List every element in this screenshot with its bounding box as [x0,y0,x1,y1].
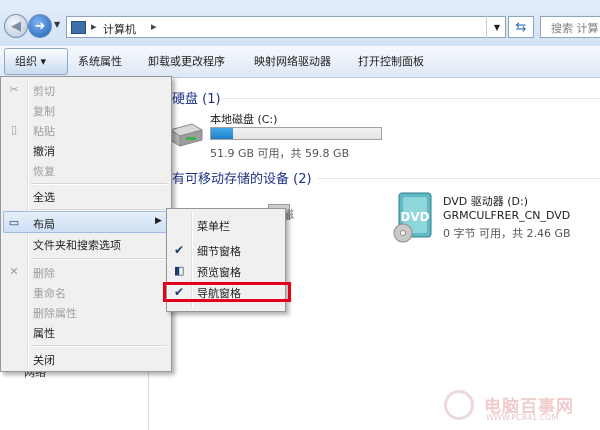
search-input[interactable]: 搜索 计算 [540,16,600,38]
refresh-button[interactable]: ⇆ [508,16,534,38]
watermark-logo-icon [444,390,474,420]
menu-item-redo[interactable]: 恢复 [33,163,55,179]
address-dropdown-icon[interactable]: ▼ [486,16,507,38]
svg-text:DVD: DVD [400,210,429,224]
breadcrumb-computer[interactable]: 计算机 [103,21,136,37]
menu-item-layout[interactable]: 布局 [33,216,55,232]
menu-highlight [3,211,169,233]
menu-item-rename[interactable]: 重命名 [33,285,66,301]
menu-item-folder-options[interactable]: 文件夹和搜索选项 [33,237,121,253]
drive-c-name[interactable]: 本地磁盘 (C:) [210,111,277,127]
preview-pane-icon: ◧ [174,264,185,277]
submenu-item-details-pane[interactable]: 细节窗格 [197,243,241,259]
highlight-annotation-box [163,282,291,302]
menu-separator [31,345,167,347]
open-control-panel-button[interactable]: 打开控制面板 [358,46,424,77]
back-arrow-icon: ◀ [11,18,21,34]
menu-item-select-all[interactable]: 全选 [33,189,55,205]
refresh-icon: ⇆ [515,19,527,35]
address-field[interactable]: ▸ 计算机 ▸ [66,16,506,38]
menu-item-close[interactable]: 关闭 [33,352,55,368]
group-divider [222,98,600,99]
drive-d-name[interactable]: DVD 驱动器 (D:) [443,193,528,209]
submenu-arrow-icon: ▶ [155,216,162,226]
forward-button[interactable]: ➜ [28,14,52,38]
menu-item-copy[interactable]: 复制 [33,103,55,119]
map-network-drive-button[interactable]: 映射网络驱动器 [254,46,331,77]
organize-menu: ✂ 剪切 复制 ▯ 粘贴 撤消 恢复 全选 ▭ 布局 ▶ 文件夹和搜索选项 ✕ … [0,76,172,372]
breadcrumb-chevron-icon[interactable]: ▸ [151,20,157,33]
history-dropdown-icon[interactable]: ▼ [54,20,60,29]
organize-button[interactable]: 组织 ▾ [4,48,68,75]
delete-icon: ✕ [9,265,19,278]
menu-item-cut[interactable]: 剪切 [33,83,55,99]
address-bar-region: ◀ ➜ ▼ ▸ 计算机 ▸ ▼ ⇆ 搜索 计算 [0,0,600,46]
menu-item-properties[interactable]: 属性 [33,325,55,341]
submenu-item-preview-pane[interactable]: 预览窗格 [197,264,241,280]
paste-icon: ▯ [10,123,18,136]
watermark-url: WWW.PC841.COM [486,413,559,422]
checkmark-icon: ✔ [174,243,185,257]
drive-c-free-space: 51.9 GB 可用，共 59.8 GB [210,147,350,160]
drive-c-usage-bar [210,127,382,140]
group-header-removable[interactable]: 有可移动存储的设备 (2) [172,168,312,187]
drive-d-free-space: 0 字节 可用，共 2.46 GB [443,227,571,240]
group-header-hard-disks[interactable]: 硬盘 (1) [172,88,221,107]
drive-c-usage-fill [211,128,234,139]
system-properties-button[interactable]: 系统属性 [78,46,122,77]
breadcrumb-chevron-icon[interactable]: ▸ [91,20,97,33]
layout-icon: ▭ [8,216,20,229]
drive-d-label: GRMCULFRER_CN_DVD [443,209,571,222]
command-bar: 组织 ▾ 系统属性 卸载或更改程序 映射网络驱动器 打开控制面板 [0,46,600,78]
scissors-icon: ✂ [9,83,19,96]
forward-arrow-icon: ➜ [34,18,46,34]
back-button[interactable]: ◀ [4,14,28,38]
menu-separator [31,209,167,211]
menu-item-delete[interactable]: 删除 [33,265,55,281]
computer-icon [71,21,86,34]
group-divider [318,178,600,179]
menu-separator [31,183,167,185]
menu-item-undo[interactable]: 撤消 [33,143,55,159]
uninstall-program-button[interactable]: 卸载或更改程序 [148,46,225,77]
menu-separator [31,258,167,260]
submenu-item-menu-bar[interactable]: 菜单栏 [197,218,230,234]
menu-item-remove-properties[interactable]: 删除属性 [33,305,77,321]
menu-item-paste[interactable]: 粘贴 [33,123,55,139]
dvd-drive-icon[interactable]: DVD [393,191,435,243]
